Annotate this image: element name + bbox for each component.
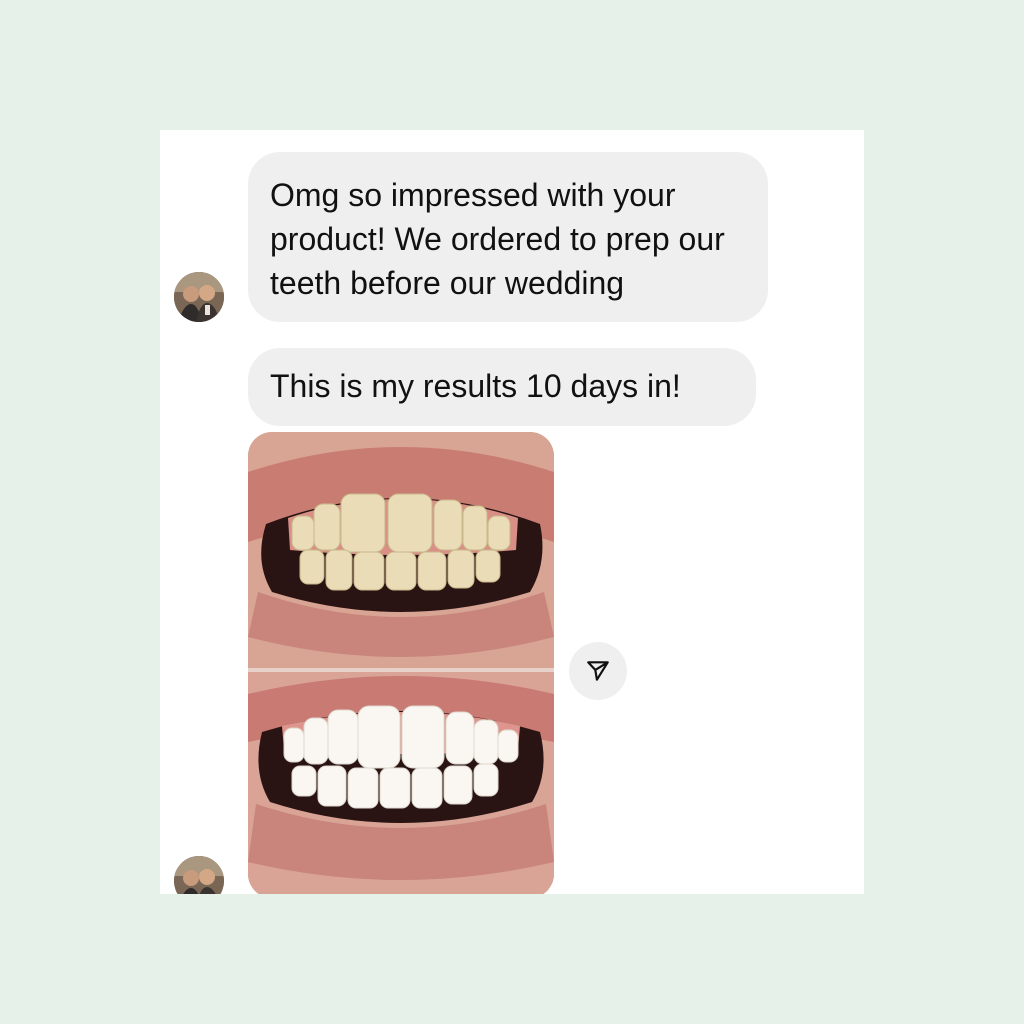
avatar-photo xyxy=(174,272,224,322)
message-bubble[interactable]: Omg so impressed with your product! We o… xyxy=(248,152,768,322)
avatar-photo xyxy=(174,856,224,894)
share-button[interactable] xyxy=(569,642,627,700)
send-icon xyxy=(587,661,609,681)
message-bubble[interactable]: This is my results 10 days in! xyxy=(248,348,756,426)
chat-thread: Omg so impressed with your product! We o… xyxy=(160,130,864,894)
sender-avatar[interactable] xyxy=(174,856,224,894)
teeth-before-after-photo xyxy=(248,432,554,894)
sender-avatar[interactable] xyxy=(174,272,224,322)
image-message[interactable] xyxy=(248,432,554,894)
